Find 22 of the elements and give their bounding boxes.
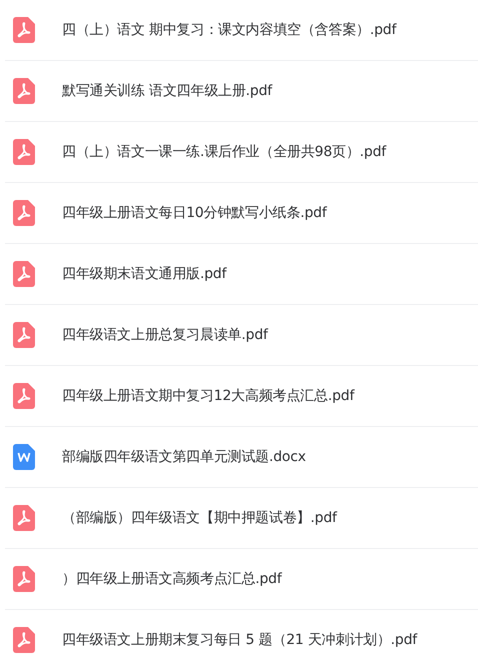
pdf-file-icon: [13, 261, 35, 287]
pdf-file-icon: [13, 17, 35, 43]
pdf-file-icon: [13, 627, 35, 653]
file-name[interactable]: 四年级上册语文期中复习12大高频考点汇总.pdf: [62, 387, 354, 405]
file-name[interactable]: 四年级上册语文每日10分钟默写小纸条.pdf: [62, 204, 327, 222]
file-name[interactable]: 四（上）语文 期中复习：课文内容填空（含答案）.pdf: [62, 21, 396, 39]
pdf-file-icon: [13, 139, 35, 165]
word-file-icon: [13, 444, 35, 470]
pdf-file-icon: [13, 383, 35, 409]
pdf-file-icon: [13, 322, 35, 348]
file-name[interactable]: 四年级语文上册总复习晨读单.pdf: [62, 326, 268, 344]
file-name[interactable]: 部编版四年级语文第四单元测试题.docx: [62, 448, 306, 466]
pdf-file-icon: [13, 505, 35, 531]
file-name[interactable]: 默写通关训练 语文四年级上册.pdf: [62, 82, 272, 100]
file-name[interactable]: 四年级语文上册期末复习每日 5 题（21 天冲刺计划）.pdf: [62, 631, 418, 649]
pdf-file-icon: [13, 200, 35, 226]
file-name[interactable]: 四（上）语文一课一练.课后作业（全册共98页）.pdf: [62, 143, 386, 161]
file-name[interactable]: （部编版）四年级语文【期中押题试卷】.pdf: [62, 509, 337, 527]
pdf-file-icon: [13, 78, 35, 104]
file-name[interactable]: 四年级期末语文通用版.pdf: [62, 265, 226, 283]
file-name[interactable]: ）四年级上册语文高频考点汇总.pdf: [62, 570, 282, 588]
pdf-file-icon: [13, 566, 35, 592]
